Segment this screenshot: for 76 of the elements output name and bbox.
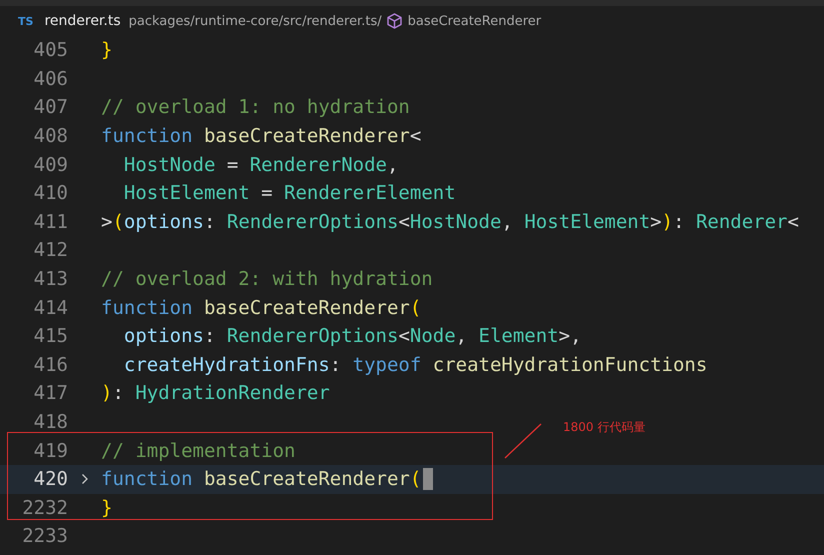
line-number: 408	[32, 125, 68, 148]
line-number: 2233	[21, 525, 68, 548]
code-text: <	[398, 210, 410, 233]
code-text: >	[650, 210, 662, 233]
type-name: RendererOptions	[226, 325, 398, 348]
bracket-token: (	[410, 296, 422, 319]
type-name: RendererNode	[248, 154, 387, 176]
bracket-token: }	[101, 39, 112, 62]
type-name: Node	[410, 325, 456, 348]
keyword-token: function	[101, 125, 193, 148]
type-name: HostNode	[124, 154, 216, 176]
line-number: 412	[32, 239, 68, 262]
code-text: >	[101, 210, 112, 233]
parameter-name: options	[124, 325, 204, 348]
line-number: 416	[32, 354, 68, 376]
type-name: RendererOptions	[226, 210, 398, 233]
code-text: ,	[387, 154, 398, 176]
line-number: 2232	[21, 496, 68, 519]
function-name: baseCreateRenderer	[202, 296, 410, 319]
symbol-name[interactable]: baseCreateRenderer	[408, 14, 542, 28]
code-text: :	[112, 382, 124, 404]
code-text: <	[787, 210, 799, 233]
code-text: :	[204, 210, 216, 233]
type-name: Element	[478, 325, 559, 348]
bracket-token: (	[112, 210, 124, 233]
code-text: ,	[501, 210, 513, 233]
code-text: <	[410, 125, 422, 148]
annotation-text: 1800 行代码量	[563, 419, 646, 436]
cube-icon	[386, 13, 402, 29]
function-name: baseCreateRenderer	[202, 468, 410, 490]
line-number: 419	[32, 440, 68, 462]
text-cursor	[423, 468, 434, 490]
line-number: 409	[32, 154, 68, 176]
file-type-label: TS	[18, 14, 34, 28]
line-number: 420	[32, 468, 68, 490]
bracket-token: )	[662, 210, 674, 233]
line-number: 407	[32, 96, 68, 118]
line-number: 414	[32, 296, 68, 319]
code-comment: // overload 2: with hydration	[101, 268, 433, 290]
keyword-token: function	[101, 468, 193, 490]
code-text: <	[398, 325, 410, 348]
code-text: >,	[558, 325, 582, 348]
code-text: :	[673, 210, 685, 233]
type-name: Renderer	[694, 210, 788, 233]
line-number: 411	[32, 210, 68, 233]
keyword-token: function	[101, 296, 193, 319]
function-name: createHydrationFunctions	[432, 354, 708, 376]
bracket-token: (	[410, 468, 422, 490]
type-name: HostElement	[124, 182, 250, 204]
code-text: :	[330, 354, 342, 376]
line-number: 413	[32, 268, 68, 290]
type-name: RendererElement	[283, 182, 456, 204]
type-name: HydrationRenderer	[134, 382, 330, 404]
parameter-name: createHydrationFns	[124, 354, 330, 376]
code-text: ,	[456, 325, 468, 348]
line-number: 410	[32, 182, 68, 204]
line-number: 418	[32, 411, 68, 434]
type-name: HostNode	[410, 210, 502, 233]
bracket-token: }	[101, 496, 112, 519]
code-text: =	[226, 154, 238, 176]
code-comment: // overload 1: no hydration	[101, 96, 410, 118]
code-text: =	[260, 182, 273, 204]
keyword-token: typeof	[352, 354, 422, 376]
code-comment: // implementation	[101, 440, 296, 462]
function-name: baseCreateRenderer	[202, 125, 410, 148]
line-number: 406	[32, 68, 68, 90]
line-number: 405	[32, 39, 68, 62]
line-number: 415	[32, 325, 68, 348]
line-number: 417	[32, 382, 68, 404]
file-name[interactable]: renderer.ts	[44, 13, 121, 29]
parameter-name: options	[124, 210, 204, 233]
file-path[interactable]: packages/runtime-core/src/renderer.ts/	[128, 14, 382, 28]
bracket-token: )	[101, 382, 112, 404]
type-name: HostElement	[523, 210, 650, 233]
chevron-icon[interactable]	[80, 473, 88, 486]
code-text: :	[204, 325, 216, 348]
